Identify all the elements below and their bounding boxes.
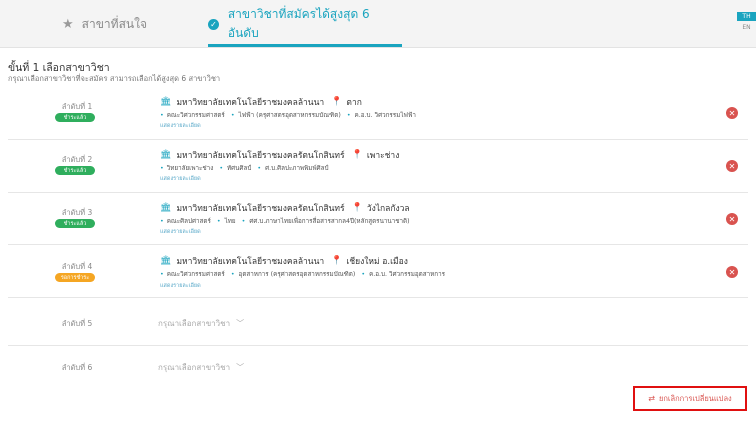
show-detail-link[interactable]: แสดงรายละเอียด (160, 175, 201, 183)
check-circle-icon: ✓ (208, 18, 219, 30)
status-badge: ชำระแล้ว (55, 219, 95, 228)
map-pin-icon: 📍 (331, 256, 343, 266)
faculty-name: คณะวิศวกรรมศาสตร์ (166, 271, 225, 278)
cancel-changes-button[interactable]: ⇄ ยกเลิกการเปลี่ยนแปลง (633, 386, 747, 411)
program-name: ค.อ.บ. วิศวกรรมอุตสาหการ (369, 271, 445, 278)
rank-label: ลำดับที่ 6 (61, 363, 93, 372)
university-line: 🏛 มหาวิทยาลัยเทคโนโลยีราชมงคลล้านนา 📍 ตา… (160, 95, 362, 109)
remove-icon[interactable]: ✕ (726, 213, 738, 225)
star-icon: ★ (62, 16, 74, 32)
choice-row: ลำดับที่ 3 ชำระแล้ว 🏛 มหาวิทยาลัยเทคโนโล… (8, 193, 748, 245)
show-detail-link[interactable]: แสดงรายละเอียด (160, 122, 201, 130)
field-name: ไฟฟ้า (ครุศาสตรอุตสาหกรรมบัณฑิต) (238, 112, 341, 119)
tab-chosen-programs[interactable]: ✓ สาขาวิชาที่สมัครได้สูงสุด 6 อันดับ (208, 0, 402, 48)
rank-label: ลำดับที่ 4 (61, 262, 93, 271)
map-pin-icon: 📍 (351, 203, 363, 213)
university-name: มหาวิทยาลัยเทคโนโลยีราชมงคลรัตนโกสินทร์ (176, 204, 345, 214)
rank-label: ลำดับที่ 1 (61, 102, 93, 111)
remove-icon[interactable]: ✕ (726, 107, 738, 119)
chevron-down-icon: ﹀ (236, 363, 245, 372)
choice-row: ลำดับที่ 2 ชำระแล้ว 🏛 มหาวิทยาลัยเทคโนโล… (8, 140, 748, 193)
program-name: ศศ.บ.ภาษาไทยเพื่อการสื่อสารสากล4ปี(หลักส… (249, 218, 410, 225)
show-detail-link[interactable]: แสดงรายละเอียด (160, 282, 201, 290)
university-line: 🏛 มหาวิทยาลัยเทคโนโลยีราชมงคลรัตนโกสินทร… (160, 201, 410, 215)
university-name: มหาวิทยาลัยเทคโนโลยีราชมงคลล้านนา (176, 257, 325, 267)
show-detail-link[interactable]: แสดงรายละเอียด (160, 228, 201, 236)
remove-icon[interactable]: ✕ (726, 160, 738, 172)
status-badge: ชำระแล้ว (55, 166, 95, 175)
chevron-down-icon: ﹀ (236, 319, 245, 328)
program-name: ศ.บ.ศิลปะภาพพิมพ์ศิลป์ (265, 165, 329, 172)
empty-slot-row: ลำดับที่ 5 กรุณาเลือกสาขาวิชา ﹀ (8, 298, 748, 346)
choice-row: ลำดับที่ 1 ชำระแล้ว 🏛 มหาวิทยาลัยเทคโนโล… (8, 88, 748, 140)
program-select[interactable]: กรุณาเลือกสาขาวิชา ﹀ (158, 317, 244, 330)
university-icon: 🏛 (160, 97, 172, 107)
program-line: • คณะวิศวกรรมศาสตร์ • ไฟฟ้า (ครุศาสตรอุตสา… (160, 112, 416, 119)
map-pin-icon: 📍 (351, 150, 363, 160)
tab-favorites[interactable]: ★ สาขาที่สนใจ (62, 0, 147, 48)
status-badge: ชำระแล้ว (55, 113, 95, 122)
tab-chosen-label: สาขาวิชาที่สมัครได้สูงสุด 6 อันดับ (227, 7, 370, 40)
campus-name: วังไกลกังวล (366, 204, 410, 214)
choice-row: ลำดับที่ 4 รอการชำระ 🏛 มหาวิทยาลัยเทคโนโ… (8, 245, 748, 298)
field-name: ทัศนศิลป์ (227, 165, 252, 172)
lang-th-button[interactable]: TH (737, 12, 756, 21)
university-line: 🏛 มหาวิทยาลัยเทคโนโลยีราชมงคลรัตนโกสินทร… (160, 148, 399, 162)
university-icon: 🏛 (160, 256, 172, 266)
campus-name: ตาก (346, 98, 362, 108)
university-line: 🏛 มหาวิทยาลัยเทคโนโลยีราชมงคลล้านนา 📍 เช… (160, 254, 408, 268)
remove-icon[interactable]: ✕ (726, 266, 738, 278)
university-name: มหาวิทยาลัยเทคโนโลยีราชมงคลรัตนโกสินทร์ (176, 151, 345, 161)
university-icon: 🏛 (160, 150, 172, 160)
undo-icon: ⇄ (648, 394, 655, 403)
campus-name: เพาะช่าง (366, 151, 400, 161)
rank-label: ลำดับที่ 3 (61, 208, 93, 217)
faculty-name: คณะวิศวกรรมศาสตร์ (166, 112, 225, 119)
status-badge: รอการชำระ (55, 273, 95, 282)
select-placeholder: กรุณาเลือกสาขาวิชา (158, 319, 231, 328)
university-icon: 🏛 (160, 203, 172, 213)
field-name: ไทย (224, 218, 236, 225)
lang-en-button[interactable]: EN (737, 23, 756, 32)
program-name: ค.อ.บ. วิศวกรรมไฟฟ้า (354, 112, 416, 119)
field-name: อุตสาหการ (ครุศาสตรอุตสาหกรรมบัณฑิต) (238, 271, 356, 278)
select-placeholder: กรุณาเลือกสาขาวิชา (158, 363, 231, 372)
faculty-name: คณะศิลปศาสตร์ (166, 218, 211, 225)
cancel-changes-label: ยกเลิกการเปลี่ยนแปลง (658, 393, 732, 403)
empty-slot-row: ลำดับที่ 6 กรุณาเลือกสาขาวิชา ﹀ (8, 346, 748, 386)
rank-label: ลำดับที่ 2 (61, 155, 93, 164)
program-line: • คณะวิศวกรรมศาสตร์ • อุตสาหการ (ครุศาสตรอ… (160, 271, 445, 278)
program-select[interactable]: กรุณาเลือกสาขาวิชา ﹀ (158, 361, 244, 374)
campus-name: เชียงใหม่ อ.เมือง (346, 257, 408, 267)
program-line: • วิทยาลัยเพาะช่าง • ทัศนศิลป์ • ศ.บ.ศิลปะภ… (160, 165, 329, 172)
tab-bar: ★ สาขาที่สนใจ ✓ สาขาวิชาที่สมัครได้สูงสุ… (0, 0, 756, 48)
step-subtitle: กรุณาเลือกสาขาวิชาที่จะสมัคร สามารถเลือก… (8, 74, 221, 83)
university-name: มหาวิทยาลัยเทคโนโลยีราชมงคลล้านนา (176, 98, 325, 108)
map-pin-icon: 📍 (331, 97, 343, 107)
tab-favorites-label: สาขาที่สนใจ (81, 16, 147, 31)
program-line: • คณะศิลปศาสตร์ • ไทย • ศศ.บ.ภาษาไทยเพื่อกา… (160, 218, 410, 225)
faculty-name: วิทยาลัยเพาะช่าง (166, 165, 214, 172)
active-tab-indicator (208, 44, 402, 47)
rank-label: ลำดับที่ 5 (61, 319, 93, 328)
